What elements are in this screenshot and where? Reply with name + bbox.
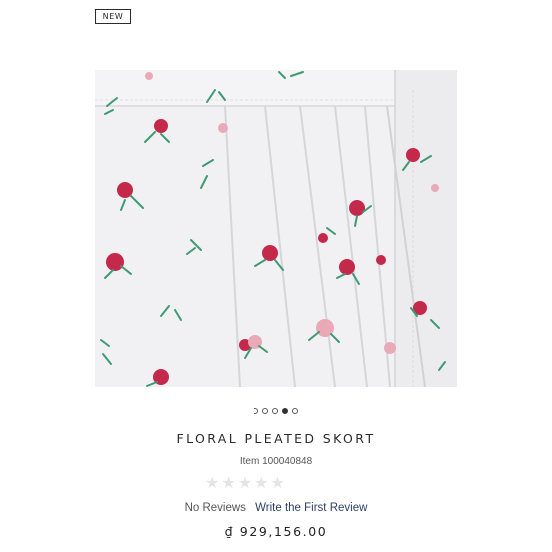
star-icon: ★: [237, 475, 253, 492]
rating-stars[interactable]: ★ ★ ★ ★ ★: [205, 475, 285, 493]
image-carousel-dots: [0, 408, 552, 414]
write-review-link[interactable]: Write the First Review: [255, 502, 367, 514]
product-image[interactable]: [95, 70, 457, 387]
product-title: FLORAL PLEATED SKORT: [176, 431, 376, 446]
skort-illustration: [95, 70, 457, 387]
carousel-dot[interactable]: [292, 408, 298, 414]
star-icon: ★: [254, 475, 269, 492]
star-icon: ★: [270, 475, 285, 492]
no-reviews-label: No Reviews: [184, 502, 246, 514]
carousel-dot[interactable]: [272, 408, 278, 414]
reviews-row: No Reviews Write the First Review: [0, 502, 552, 514]
item-number: Item 100040848: [239, 456, 313, 467]
new-badge: NEW: [95, 9, 131, 24]
carousel-dot[interactable]: [262, 408, 268, 414]
product-price: ₫ 929,156.00: [224, 524, 328, 539]
carousel-dot-active[interactable]: [282, 408, 288, 414]
star-icon: ★: [205, 475, 220, 492]
carousel-dot[interactable]: [254, 408, 258, 414]
star-icon: ★: [221, 475, 236, 492]
